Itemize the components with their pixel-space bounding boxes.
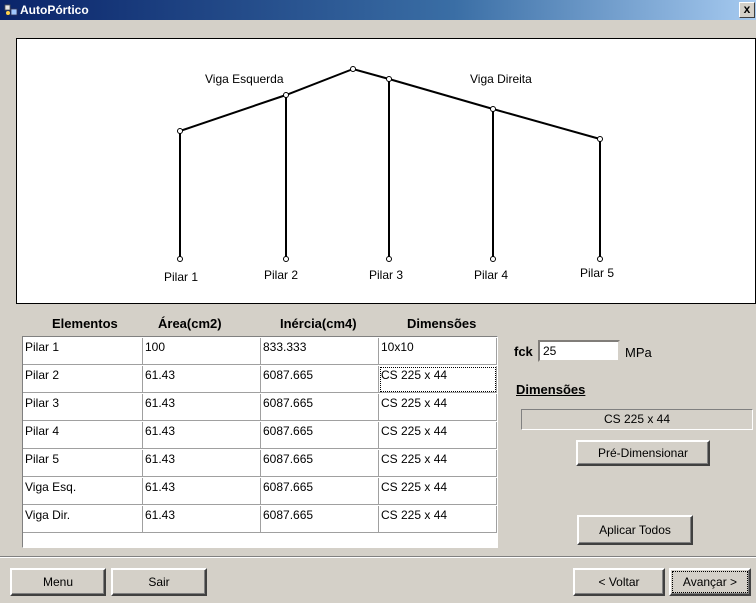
node-top-3 — [386, 76, 392, 82]
table-cell[interactable]: CS 225 x 44 — [379, 394, 497, 421]
header-area: Área(cm2) — [158, 316, 222, 331]
table-cell[interactable]: 6087.665 — [261, 366, 379, 393]
table-cell[interactable]: Pilar 4 — [23, 422, 143, 449]
table-cell[interactable]: 6087.665 — [261, 478, 379, 505]
header-elementos: Elementos — [52, 316, 118, 331]
table-cell[interactable]: 6087.665 — [261, 394, 379, 421]
table-cell[interactable]: Pilar 3 — [23, 394, 143, 421]
window-title: AutoPórtico — [20, 3, 89, 17]
portico-drawing: Viga Esquerda Viga Direita Pilar 1 Pilar… — [164, 66, 614, 284]
sair-button[interactable]: Sair — [111, 568, 207, 596]
table-row[interactable]: Viga Dir. 61.43 6087.665 CS 225 x 44 — [23, 506, 497, 533]
app-window: AutoPórtico x Viga Esquerda Viga Direita… — [0, 0, 756, 603]
title-bar: AutoPórtico x — [0, 0, 756, 20]
aplicar-todos-button[interactable]: Aplicar Todos — [577, 515, 693, 545]
label-pilar-5: Pilar 5 — [580, 266, 614, 280]
table-cell[interactable]: Viga Esq. — [23, 478, 143, 505]
table-cell[interactable]: 61.43 — [143, 422, 261, 449]
node-apex — [350, 66, 356, 72]
pre-dimensionar-button[interactable]: Pré-Dimensionar — [576, 440, 710, 466]
dimensoes-label: Dimensões — [516, 382, 586, 397]
node-top-2 — [283, 92, 289, 98]
label-pilar-3: Pilar 3 — [369, 268, 403, 282]
table-row[interactable]: Pilar 4 61.43 6087.665 CS 225 x 44 — [23, 422, 497, 449]
label-viga-direita: Viga Direita — [470, 72, 532, 86]
node-top-1 — [177, 128, 183, 134]
app-icon — [4, 4, 18, 16]
table-row[interactable]: Pilar 2 61.43 6087.665 CS 225 x 44 — [23, 366, 497, 393]
table-cell[interactable]: Pilar 1 — [23, 338, 143, 365]
label-pilar-1: Pilar 1 — [164, 270, 198, 284]
header-dimensoes: Dimensões — [407, 316, 477, 331]
table-cell[interactable]: 61.43 — [143, 450, 261, 477]
table-row[interactable]: Pilar 5 61.43 6087.665 CS 225 x 44 — [23, 450, 497, 477]
node-top-5 — [597, 136, 603, 142]
table-cell[interactable]: CS 225 x 44 — [379, 450, 497, 477]
table-cell[interactable]: Pilar 5 — [23, 450, 143, 477]
frame-diagram: Viga Esquerda Viga Direita Pilar 1 Pilar… — [16, 38, 756, 304]
table-cell[interactable]: CS 225 x 44 — [379, 506, 497, 533]
table-cell[interactable]: CS 225 x 44 — [379, 478, 497, 505]
fck-label: fck — [514, 344, 533, 359]
table-cell[interactable]: Pilar 2 — [23, 366, 143, 393]
dimensoes-display: CS 225 x 44 — [521, 409, 753, 430]
table-cell[interactable]: 61.43 — [143, 478, 261, 505]
table-cell[interactable]: 10x10 — [379, 338, 497, 365]
voltar-button[interactable]: < Voltar — [573, 568, 665, 596]
node-base-5 — [597, 256, 603, 262]
elements-grid[interactable]: Pilar 1 100 833.333 10x10 Pilar 2 61.43 6087.6… — [22, 336, 498, 548]
table-cell[interactable]: 61.43 — [143, 366, 261, 393]
table-cell[interactable]: CS 225 x 44 — [379, 366, 497, 393]
table-row[interactable]: Viga Esq. 61.43 6087.665 CS 225 x 44 — [23, 478, 497, 505]
node-base-4 — [490, 256, 496, 262]
table-cell[interactable]: 6087.665 — [261, 506, 379, 533]
avancar-button[interactable]: Avançar > — [669, 568, 751, 596]
table-row[interactable]: Pilar 3 61.43 6087.665 CS 225 x 44 — [23, 394, 497, 421]
table-cell[interactable]: CS 225 x 44 — [379, 422, 497, 449]
table-cell[interactable]: 61.43 — [143, 506, 261, 533]
footer-divider — [0, 556, 756, 558]
header-inercia: Inércia(cm4) — [280, 316, 357, 331]
table-cell[interactable]: 61.43 — [143, 394, 261, 421]
menu-button[interactable]: Menu — [10, 568, 106, 596]
label-pilar-4: Pilar 4 — [474, 268, 508, 282]
table-cell[interactable]: 100 — [143, 338, 261, 365]
node-top-4 — [490, 106, 496, 112]
node-base-2 — [283, 256, 289, 262]
table-cell[interactable]: 6087.665 — [261, 450, 379, 477]
label-pilar-2: Pilar 2 — [264, 268, 298, 282]
label-viga-esquerda: Viga Esquerda — [205, 72, 284, 86]
fck-input[interactable] — [538, 340, 620, 362]
table-cell[interactable]: Viga Dir. — [23, 506, 143, 533]
node-base-3 — [386, 256, 392, 262]
fck-unit: MPa — [625, 345, 652, 360]
close-button[interactable]: x — [739, 2, 755, 18]
table-row[interactable]: Pilar 1 100 833.333 10x10 — [23, 338, 497, 365]
node-base-1 — [177, 256, 183, 262]
table-cell[interactable]: 833.333 — [261, 338, 379, 365]
table-cell[interactable]: 6087.665 — [261, 422, 379, 449]
